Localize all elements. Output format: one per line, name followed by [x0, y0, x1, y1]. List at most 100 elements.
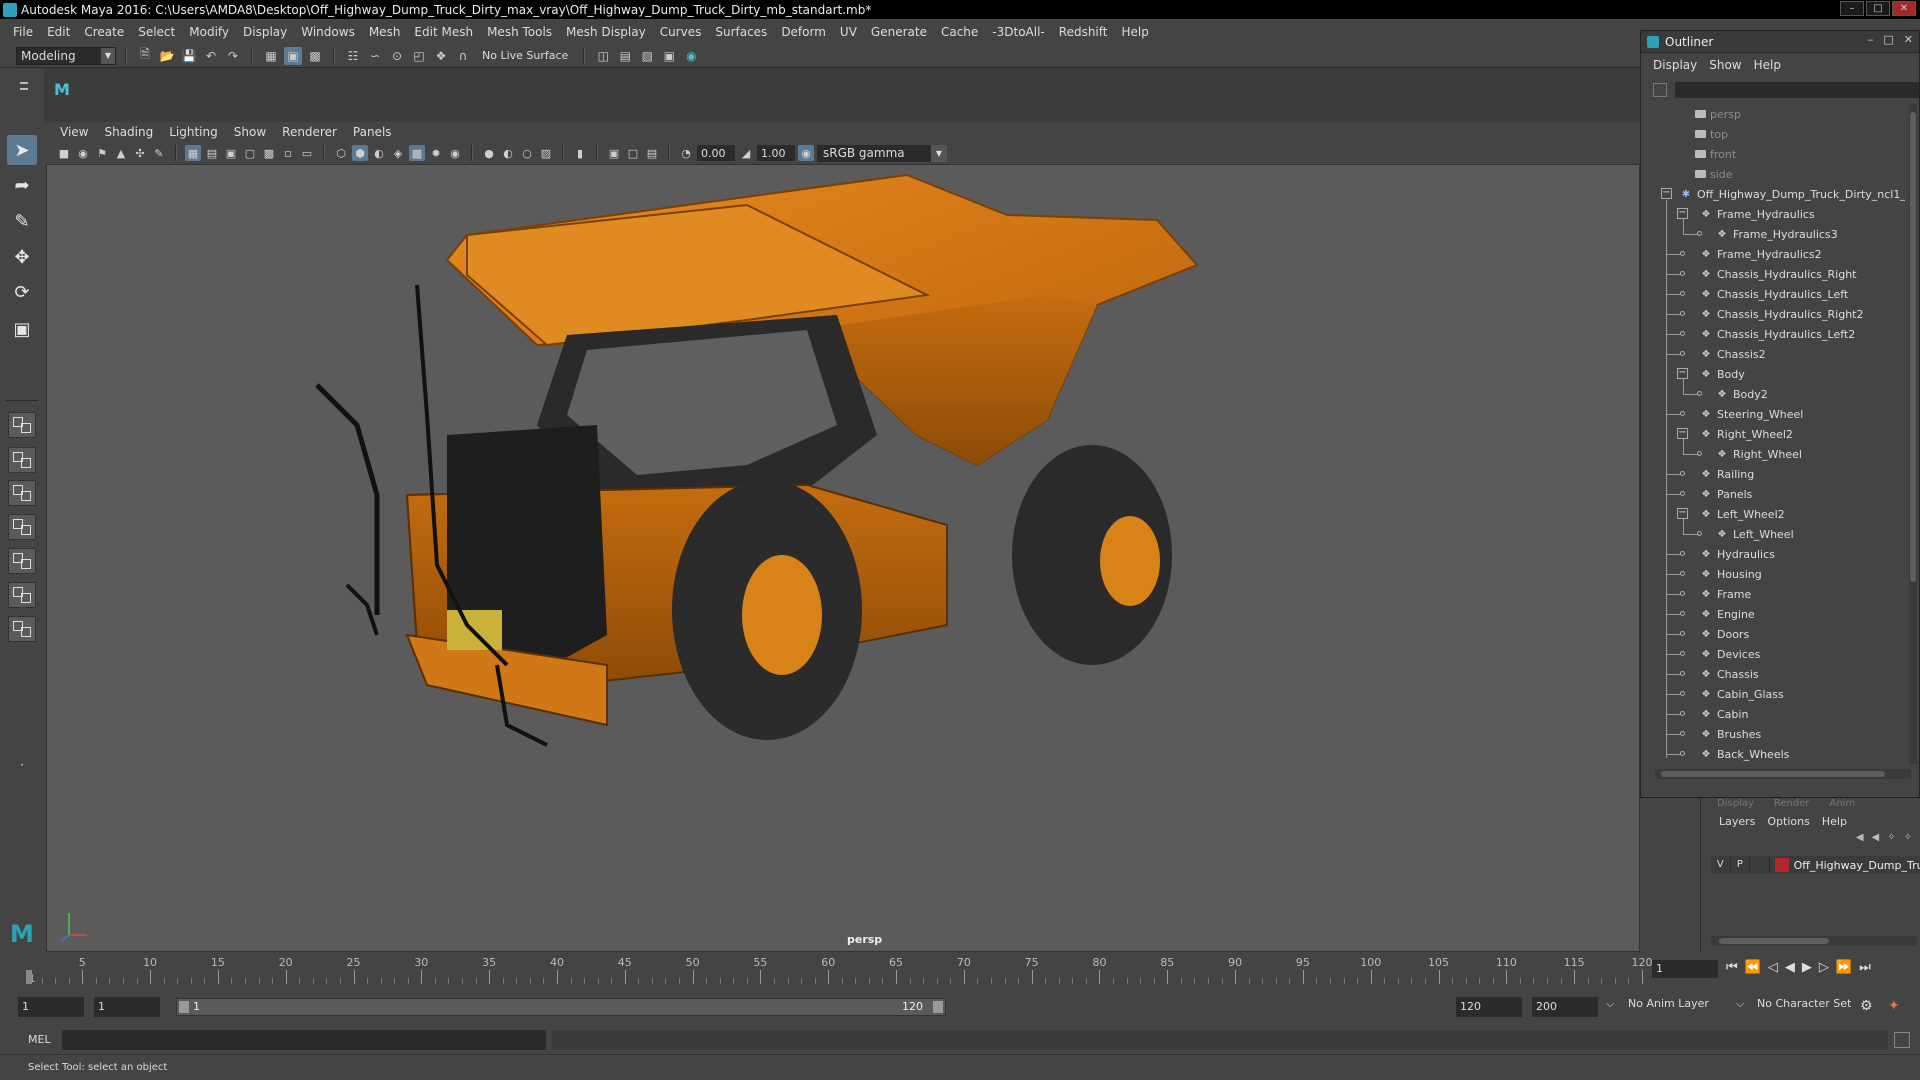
- outliner-menu-help[interactable]: Help: [1748, 58, 1787, 72]
- gamma-field[interactable]: 1.00: [757, 145, 795, 161]
- layer-menu-layers[interactable]: Layers: [1713, 815, 1761, 828]
- playback-range-bar[interactable]: 1 120: [176, 998, 946, 1016]
- play-backwards-icon[interactable]: ◀: [1785, 960, 1795, 975]
- outliner-search-input[interactable]: [1675, 82, 1919, 98]
- outliner-item[interactable]: ❖ Steering_Wheel: [1699, 404, 1804, 424]
- maximize-button[interactable]: □: [1866, 1, 1890, 16]
- magnet-icon[interactable]: ∩: [454, 47, 472, 65]
- menu-windows[interactable]: Windows: [294, 25, 362, 39]
- frame-all-icon[interactable]: ▣: [606, 145, 622, 161]
- render-settings-icon[interactable]: ◫: [594, 47, 612, 65]
- panel-menu-view[interactable]: View: [52, 125, 96, 139]
- script-language-toggle[interactable]: MEL: [28, 1033, 51, 1046]
- step-forward-key-icon[interactable]: ⏩: [1836, 960, 1852, 975]
- outliner-item[interactable]: ❖ Housing: [1699, 564, 1762, 584]
- menu-deform[interactable]: Deform: [774, 25, 833, 39]
- frame-selection-icon[interactable]: □: [625, 145, 641, 161]
- move-layer-down-icon[interactable]: ◀: [1872, 832, 1880, 852]
- outliner-item[interactable]: ❖ Chassis: [1699, 664, 1759, 684]
- move-layer-up-icon[interactable]: ◀: [1856, 832, 1864, 852]
- ipr-render-icon[interactable]: ▧: [638, 47, 656, 65]
- playback-start-field[interactable]: 1: [94, 997, 160, 1017]
- outliner-camera-side[interactable]: side: [1695, 164, 1733, 184]
- current-frame-marker[interactable]: [26, 970, 32, 984]
- render-view-icon[interactable]: ▣: [660, 47, 678, 65]
- outliner-camera-top[interactable]: top: [1695, 124, 1728, 144]
- grease-pencil-icon[interactable]: ✎: [151, 145, 167, 161]
- outliner-filter-icon[interactable]: [1653, 83, 1667, 97]
- perspective-viewport[interactable]: persp: [46, 164, 1640, 952]
- custom-layout-button[interactable]: [8, 582, 36, 608]
- paint-select-tool-icon[interactable]: ✎: [7, 206, 37, 236]
- panel-menu-lighting[interactable]: Lighting: [161, 125, 226, 139]
- textured-icon[interactable]: ◈: [390, 145, 406, 161]
- layer-tab-anim[interactable]: Anim: [1829, 798, 1855, 810]
- anim-layer-selector[interactable]: No Anim Layer: [1628, 997, 1709, 1010]
- menu-mesh[interactable]: Mesh: [362, 25, 408, 39]
- bookmark-icon[interactable]: ⚑: [94, 145, 110, 161]
- new-layer-icon[interactable]: ✧: [1887, 832, 1895, 852]
- persp-graph-layout-button[interactable]: [8, 514, 36, 540]
- live-surface-label[interactable]: No Live Surface: [476, 49, 574, 62]
- render-frame-icon[interactable]: ▤: [616, 47, 634, 65]
- range-start-handle[interactable]: [179, 1001, 189, 1013]
- resolution-gate-icon[interactable]: ▣: [223, 145, 239, 161]
- layer-visibility-toggle[interactable]: V: [1711, 857, 1731, 873]
- menu-cache[interactable]: Cache: [934, 25, 985, 39]
- snap-grid-icon[interactable]: ☷: [344, 47, 362, 65]
- open-scene-icon[interactable]: 📂: [158, 47, 176, 65]
- snap-curve-icon[interactable]: ∽: [366, 47, 384, 65]
- outliner-vertical-scrollbar[interactable]: [1909, 104, 1917, 764]
- maya-shelf-icon[interactable]: M: [54, 80, 74, 99]
- outliner-item[interactable]: ❖ Brushes: [1699, 724, 1762, 744]
- panel-menu-show[interactable]: Show: [226, 125, 274, 139]
- gamma-icon[interactable]: ◢: [738, 145, 754, 161]
- redo-icon[interactable]: ↷: [224, 47, 242, 65]
- single-perspective-layout-button[interactable]: [8, 412, 36, 438]
- outliner-root-node[interactable]: ✱ Off_Highway_Dump_Truck_Dirty_ncl1_: [1679, 184, 1905, 204]
- layer-menu-help[interactable]: Help: [1816, 815, 1853, 828]
- persp-outliner-layout-button[interactable]: [8, 480, 36, 506]
- menu-display[interactable]: Display: [236, 25, 294, 39]
- chevron-down-icon[interactable]: ⌵: [1606, 997, 1614, 1011]
- minimize-button[interactable]: –: [1840, 1, 1864, 16]
- menu-uv[interactable]: UV: [833, 25, 864, 39]
- menu-mesh-display[interactable]: Mesh Display: [559, 25, 653, 39]
- grid-icon[interactable]: ▦: [185, 145, 201, 161]
- backface-culling-icon[interactable]: ▨: [538, 145, 554, 161]
- outliner-item[interactable]: ❖ Chassis_Hydraulics_Right2: [1699, 304, 1864, 324]
- outliner-item[interactable]: ❖ Frame_Hydraulics2: [1699, 244, 1822, 264]
- outliner-item[interactable]: ❖ Hydraulics: [1699, 544, 1775, 564]
- panel-menu-shading[interactable]: Shading: [96, 125, 161, 139]
- new-layer-selected-icon[interactable]: ✧: [1904, 832, 1912, 852]
- outliner-item[interactable]: ❖ Body: [1699, 364, 1745, 384]
- layer-color-swatch[interactable]: [1774, 858, 1789, 872]
- outliner-camera-persp[interactable]: persp: [1695, 104, 1741, 124]
- menu-generate[interactable]: Generate: [864, 25, 934, 39]
- outliner-item[interactable]: ❖ Frame_Hydraulics3: [1715, 224, 1838, 244]
- use-all-lights-icon[interactable]: ▩: [409, 145, 425, 161]
- step-back-frame-icon[interactable]: ◁: [1768, 960, 1778, 975]
- select-by-object-icon[interactable]: ▣: [284, 46, 302, 65]
- image-plane-icon[interactable]: ▲: [113, 145, 129, 161]
- xray-components-icon[interactable]: ○: [519, 145, 535, 161]
- panel-menu-panels[interactable]: Panels: [345, 125, 400, 139]
- select-tool-icon[interactable]: ➤: [7, 135, 37, 165]
- outliner-item[interactable]: ❖ Frame: [1699, 584, 1752, 604]
- menu-create[interactable]: Create: [77, 25, 131, 39]
- layer-display-type[interactable]: [1750, 857, 1770, 873]
- wireframe-icon[interactable]: ⬡: [333, 145, 349, 161]
- rotate-tool-icon[interactable]: ⟳: [7, 277, 37, 307]
- outliner-minimize-button[interactable]: –: [1868, 33, 1874, 46]
- color-management-icon[interactable]: ◉: [798, 145, 814, 161]
- film-gate-icon[interactable]: ▤: [204, 145, 220, 161]
- outliner-item[interactable]: ❖ Chassis_Hydraulics_Right: [1699, 264, 1857, 284]
- outliner-menu-show[interactable]: Show: [1703, 58, 1747, 72]
- layer-row[interactable]: V P Off_Highway_Dump_Truck_Dirty: [1711, 856, 1920, 874]
- layer-tab-render[interactable]: Render: [1774, 798, 1810, 810]
- menu-set-selector[interactable]: Modeling ▼: [16, 46, 116, 65]
- snap-live-icon[interactable]: ❖: [432, 47, 450, 65]
- select-camera-icon[interactable]: ■: [56, 145, 72, 161]
- menu-select[interactable]: Select: [131, 25, 182, 39]
- snap-point-icon[interactable]: ⊙: [388, 47, 406, 65]
